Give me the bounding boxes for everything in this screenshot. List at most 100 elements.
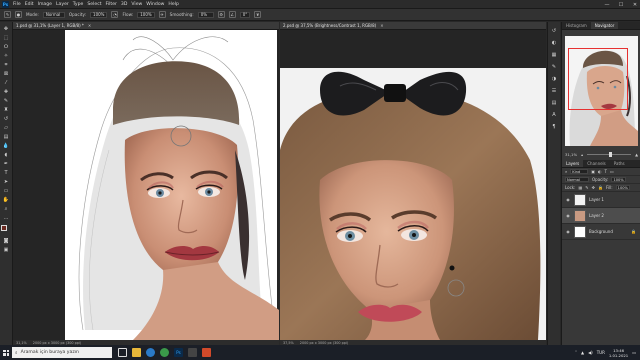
properties-icon[interactable]: ☰ [551,88,558,94]
quick-mask-icon[interactable]: ◙ [2,237,10,244]
gear-icon[interactable]: ⚙ [217,11,225,18]
layer-row[interactable]: ◉ Layer 2 [562,208,640,224]
layer-name[interactable]: Background [589,229,613,234]
character-icon[interactable]: A [551,112,558,118]
chevron-up-icon[interactable]: ˄ [575,350,577,355]
menu-view[interactable]: View [131,2,142,7]
move-tool-icon[interactable]: ✥ [2,25,10,32]
reference-photo[interactable] [280,30,546,340]
maximize-button[interactable]: ☐ [618,2,624,8]
blur-tool-icon[interactable]: 💧 [2,142,10,149]
language-indicator[interactable]: TUR [597,350,605,355]
edge-icon[interactable] [146,348,155,357]
lock-image-icon[interactable]: ✎ [585,185,588,190]
tab-layers[interactable]: Layers [562,160,584,167]
fill-field[interactable]: 100% [615,185,630,190]
adjustments-icon[interactable]: ◑ [551,76,558,82]
screen-mode-icon[interactable]: ▣ [2,246,10,253]
filter-type-icon[interactable]: T [605,169,607,174]
clock[interactable]: 13:46 1.01.2021 [609,348,628,358]
navigator-zoom-value[interactable]: 31,1% [565,152,577,157]
menu-layer[interactable]: Layer [56,2,69,7]
blend-mode-select[interactable]: Normal [565,177,589,182]
app-icon[interactable] [188,348,197,357]
layer-row[interactable]: ◉ Background 🔒 [562,224,640,240]
healing-brush-tool-icon[interactable]: ✚ [2,88,10,95]
filter-adjustment-icon[interactable]: ◐ [598,169,602,174]
layer-row[interactable]: ◉ Layer 1 [562,192,640,208]
quick-select-tool-icon[interactable]: ✧ [2,52,10,59]
menu-3d[interactable]: 3D [121,2,127,7]
close-button[interactable]: ✕ [632,2,638,8]
menu-image[interactable]: Image [38,2,52,7]
clone-stamp-tool-icon[interactable]: ♜ [2,106,10,113]
lock-transparency-icon[interactable]: ▦ [578,185,582,190]
tab-channels[interactable]: Channels [583,160,610,167]
task-view-icon[interactable] [118,348,127,357]
crop-tool-icon[interactable]: ⌗ [2,61,10,68]
menu-window[interactable]: Window [146,2,164,7]
color-swatches[interactable] [1,225,11,235]
navigator-thumbnail[interactable] [565,36,638,146]
zoom-readout[interactable]: 37,5% [283,341,294,345]
navigator-zoom-slider[interactable] [586,152,632,157]
eye-icon[interactable]: ◉ [565,229,571,234]
history-icon[interactable]: ↺ [551,28,558,34]
dodge-tool-icon[interactable]: ◖ [2,151,10,158]
zoom-readout[interactable]: 31,1% [16,341,27,345]
menu-filter[interactable]: Filter [106,2,117,7]
smoothing-field[interactable]: 0% [197,11,214,18]
zoom-in-icon[interactable]: ▲ [635,152,638,157]
mode-select[interactable]: Normal [42,11,65,18]
filter-pixel-icon[interactable]: ▣ [591,169,595,174]
start-button[interactable] [0,345,12,360]
symmetry-icon[interactable]: ❦ [254,11,262,18]
layer-name[interactable]: Layer 2 [589,213,604,218]
network-icon[interactable]: ▲ [581,350,584,355]
eye-icon[interactable]: ◉ [565,213,571,218]
menu-type[interactable]: Type [73,2,84,7]
history-brush-tool-icon[interactable]: ↺ [2,115,10,122]
tab-histogram[interactable]: Histogram [562,22,591,29]
pen-tool-icon[interactable]: ✒ [2,160,10,167]
minimize-button[interactable]: — [604,2,610,8]
close-icon[interactable]: ✕ [380,23,383,28]
document-tab-left[interactable]: 1.psd @ 31,1% (Layer 1, RGB/8) * ✕ [13,22,279,30]
document-tab-right[interactable]: 2.psd @ 37,5% (Brightness/Contrast 1, RG… [280,22,546,30]
navigator-view-box[interactable] [568,48,628,110]
canvas-right[interactable] [280,30,546,340]
angle-icon[interactable]: ∠ [228,11,236,18]
tab-navigator[interactable]: Navigator [590,22,619,29]
taskbar-search[interactable]: ⌕ Aramak için buraya yazın [12,347,112,358]
angle-field[interactable]: 0° [239,11,251,18]
more-tools-icon[interactable]: … [2,214,10,221]
file-explorer-icon[interactable] [132,348,141,357]
eyedropper-tool-icon[interactable]: ⁄ [2,79,10,86]
color-icon[interactable]: ◐ [551,40,558,46]
zoom-tool-icon[interactable]: ⌕ [2,205,10,212]
rectangle-tool-icon[interactable]: ▭ [2,187,10,194]
volume-icon[interactable]: ◀) [588,350,593,355]
filter-shape-icon[interactable]: ▭ [610,169,614,174]
photoshop-icon[interactable]: Ps [174,348,183,357]
path-selection-tool-icon[interactable]: ➤ [2,178,10,185]
menu-file[interactable]: File [13,2,21,7]
brush-tool-icon[interactable]: ✎ [2,97,10,104]
marquee-tool-icon[interactable]: ⬚ [2,34,10,41]
zoom-out-icon[interactable]: ▴ [581,152,583,157]
opacity-field[interactable]: 100% [90,11,108,18]
frame-tool-icon[interactable]: ⊠ [2,70,10,77]
notifications-icon[interactable]: ▭ [632,350,636,355]
canvas-left[interactable] [13,30,279,340]
gradient-tool-icon[interactable]: ▤ [2,133,10,140]
kind-filter-select[interactable]: Kind [570,169,589,174]
tab-paths[interactable]: Paths [610,160,629,167]
zoom-slider-knob[interactable] [609,152,613,157]
layer-opacity-field[interactable]: 100% [611,177,626,182]
lasso-tool-icon[interactable]: ⵔ [2,43,10,50]
eye-icon[interactable]: ◉ [565,197,571,202]
lock-position-icon[interactable]: ✥ [592,185,595,190]
pressure-opacity-icon[interactable]: ◔ [111,11,119,18]
airbrush-icon[interactable]: ✈ [158,11,166,18]
libraries-icon[interactable]: ▤ [551,100,558,106]
